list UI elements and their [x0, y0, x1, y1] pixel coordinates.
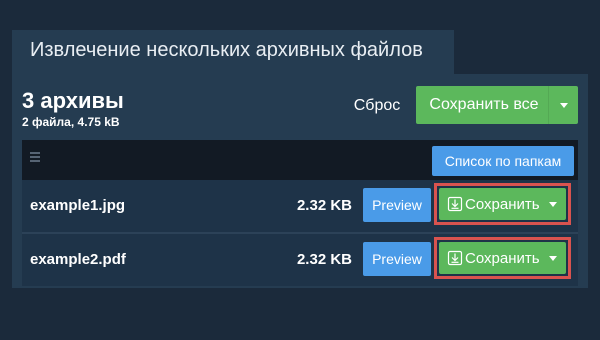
save-button-highlight: Сохранить: [434, 237, 571, 279]
download-icon: [447, 250, 463, 266]
save-dropdown-toggle[interactable]: [540, 188, 566, 220]
caret-down-icon: [559, 102, 568, 108]
archive-count-title: 3 архивы: [22, 88, 124, 113]
file-size: 2.32 KB: [296, 251, 352, 268]
save-button[interactable]: Сохранить: [439, 242, 566, 274]
reset-button[interactable]: Сброс: [342, 94, 412, 118]
caret-down-icon: [548, 255, 557, 261]
save-button[interactable]: Сохранить: [439, 188, 566, 220]
caret-down-icon: [548, 201, 557, 207]
file-size: 2.32 KB: [296, 197, 352, 214]
save-all-label: Сохранить все: [429, 96, 539, 113]
preview-button[interactable]: Preview: [363, 242, 431, 276]
save-label: Сохранить: [465, 249, 540, 267]
file-name: example1.jpg: [30, 197, 126, 214]
save-dropdown-toggle[interactable]: [540, 242, 566, 274]
archive-summary-subtitle: 2 файла, 4.75 kB: [22, 115, 120, 129]
save-button-highlight: Сохранить: [434, 183, 571, 225]
hamburger-menu-icon[interactable]: [30, 152, 40, 162]
window-title-tab: Извлечение нескольких архивных файлов: [12, 30, 454, 74]
save-all-button[interactable]: Сохранить все: [416, 86, 578, 124]
file-row: example2.pdf 2.32 KB Preview Сохранить: [22, 234, 578, 286]
window-title: Извлечение нескольких архивных файлов: [30, 39, 423, 61]
archive-panel: 3 архивы 2 файла, 4.75 kB Сброс Сохранит…: [12, 74, 588, 288]
download-icon: [447, 196, 463, 212]
save-label: Сохранить: [465, 195, 540, 213]
file-list-toolbar: Список по папкам: [22, 140, 578, 180]
folder-view-button[interactable]: Список по папкам: [432, 146, 574, 176]
file-name: example2.pdf: [30, 251, 126, 268]
save-all-dropdown-toggle[interactable]: [548, 86, 578, 124]
preview-button[interactable]: Preview: [363, 188, 431, 222]
file-row: example1.jpg 2.32 KB Preview Сохранить: [22, 180, 578, 232]
